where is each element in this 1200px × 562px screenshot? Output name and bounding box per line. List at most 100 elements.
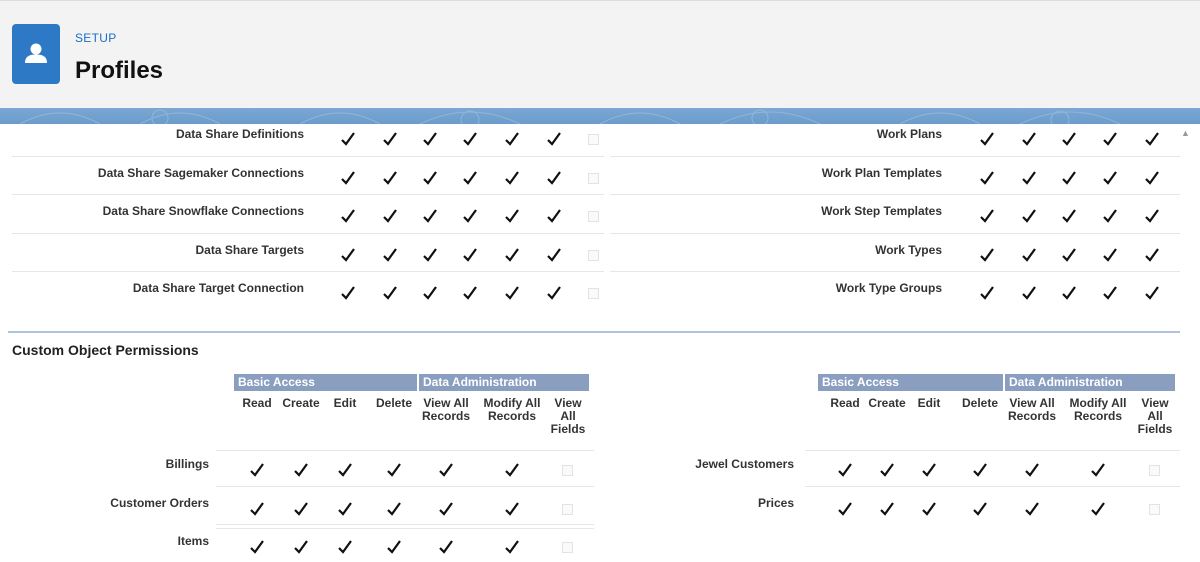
checked-checkbox-icon[interactable] xyxy=(1102,131,1118,147)
checked-checkbox-icon[interactable] xyxy=(422,247,438,263)
checked-checkbox-icon[interactable] xyxy=(462,170,478,186)
checked-checkbox-icon[interactable] xyxy=(249,539,265,555)
checked-checkbox-icon[interactable] xyxy=(249,462,265,478)
unchecked-checkbox[interactable] xyxy=(588,172,599,184)
checked-checkbox-icon[interactable] xyxy=(546,131,562,147)
unchecked-checkbox[interactable] xyxy=(1149,503,1160,515)
checked-checkbox-icon[interactable] xyxy=(979,247,995,263)
checked-checkbox-icon[interactable] xyxy=(1061,247,1077,263)
checked-checkbox-icon[interactable] xyxy=(921,462,937,478)
checked-checkbox-icon[interactable] xyxy=(1090,501,1106,517)
checked-checkbox-icon[interactable] xyxy=(1061,170,1077,186)
checked-checkbox-icon[interactable] xyxy=(546,285,562,301)
checked-checkbox-icon[interactable] xyxy=(462,131,478,147)
checked-checkbox-icon[interactable] xyxy=(546,247,562,263)
checked-checkbox-icon[interactable] xyxy=(1021,131,1037,147)
checked-checkbox-icon[interactable] xyxy=(337,501,353,517)
checked-checkbox-icon[interactable] xyxy=(879,462,895,478)
checked-checkbox-icon[interactable] xyxy=(546,208,562,224)
checked-checkbox-icon[interactable] xyxy=(438,462,454,478)
checked-checkbox-icon[interactable] xyxy=(879,501,895,517)
checked-checkbox-icon[interactable] xyxy=(546,170,562,186)
basic-access-header-right: Basic Access xyxy=(818,374,1003,391)
checked-checkbox-icon[interactable] xyxy=(1090,462,1106,478)
checked-checkbox-icon[interactable] xyxy=(1021,285,1037,301)
checked-checkbox-icon[interactable] xyxy=(422,170,438,186)
checked-checkbox-icon[interactable] xyxy=(462,247,478,263)
checked-checkbox-icon[interactable] xyxy=(340,170,356,186)
checked-checkbox-icon[interactable] xyxy=(293,462,309,478)
unchecked-checkbox[interactable] xyxy=(562,542,573,553)
unchecked-checkbox[interactable] xyxy=(588,288,599,299)
object-row-label: Work Types xyxy=(875,242,942,257)
checked-checkbox-icon[interactable] xyxy=(249,501,265,517)
unchecked-checkbox[interactable] xyxy=(588,211,599,222)
checked-checkbox-icon[interactable] xyxy=(382,208,398,224)
checked-checkbox-icon[interactable] xyxy=(979,285,995,301)
checked-checkbox-icon[interactable] xyxy=(386,501,402,517)
checked-checkbox-icon[interactable] xyxy=(504,285,520,301)
scroll-up-arrow-icon[interactable]: ▲ xyxy=(1181,128,1191,138)
checked-checkbox-icon[interactable] xyxy=(438,501,454,517)
checked-checkbox-icon[interactable] xyxy=(1061,131,1077,147)
checked-checkbox-icon[interactable] xyxy=(340,208,356,224)
checked-checkbox-icon[interactable] xyxy=(921,501,937,517)
checked-checkbox-icon[interactable] xyxy=(422,285,438,301)
unchecked-checkbox[interactable] xyxy=(588,249,599,261)
checked-checkbox-icon[interactable] xyxy=(382,170,398,186)
checked-checkbox-icon[interactable] xyxy=(972,462,988,478)
checked-checkbox-icon[interactable] xyxy=(1061,208,1077,224)
checked-checkbox-icon[interactable] xyxy=(386,462,402,478)
checked-checkbox-icon[interactable] xyxy=(837,462,853,478)
checked-checkbox-icon[interactable] xyxy=(1144,131,1160,147)
checked-checkbox-icon[interactable] xyxy=(462,208,478,224)
checked-checkbox-icon[interactable] xyxy=(979,208,995,224)
checked-checkbox-icon[interactable] xyxy=(293,501,309,517)
checked-checkbox-icon[interactable] xyxy=(972,501,988,517)
checked-checkbox-icon[interactable] xyxy=(337,539,353,555)
checked-checkbox-icon[interactable] xyxy=(382,131,398,147)
checked-checkbox-icon[interactable] xyxy=(1021,170,1037,186)
checked-checkbox-icon[interactable] xyxy=(504,247,520,263)
checked-checkbox-icon[interactable] xyxy=(386,539,402,555)
data-administration-header-right: Data Administration xyxy=(1005,374,1175,391)
checked-checkbox-icon[interactable] xyxy=(340,285,356,301)
checked-checkbox-icon[interactable] xyxy=(382,247,398,263)
checked-checkbox-icon[interactable] xyxy=(382,285,398,301)
checked-checkbox-icon[interactable] xyxy=(293,539,309,555)
checked-checkbox-icon[interactable] xyxy=(438,539,454,555)
checked-checkbox-icon[interactable] xyxy=(504,131,520,147)
checked-checkbox-icon[interactable] xyxy=(340,131,356,147)
checked-checkbox-icon[interactable] xyxy=(1102,170,1118,186)
setup-breadcrumb[interactable]: SETUP xyxy=(75,31,117,45)
checked-checkbox-icon[interactable] xyxy=(422,208,438,224)
data-administration-header-left: Data Administration xyxy=(419,374,589,391)
checked-checkbox-icon[interactable] xyxy=(979,131,995,147)
checked-checkbox-icon[interactable] xyxy=(1102,208,1118,224)
checked-checkbox-icon[interactable] xyxy=(340,247,356,263)
object-row-label: Data Share Target Connection xyxy=(132,281,304,295)
checked-checkbox-icon[interactable] xyxy=(504,539,520,555)
checked-checkbox-icon[interactable] xyxy=(1024,501,1040,517)
checked-checkbox-icon[interactable] xyxy=(1144,170,1160,186)
row-separator xyxy=(610,194,1180,195)
checked-checkbox-icon[interactable] xyxy=(1024,462,1040,478)
checked-checkbox-icon[interactable] xyxy=(504,170,520,186)
checked-checkbox-icon[interactable] xyxy=(337,462,353,478)
unchecked-checkbox[interactable] xyxy=(1149,465,1160,476)
checked-checkbox-icon[interactable] xyxy=(1144,285,1160,301)
row-separator xyxy=(805,485,1180,487)
checked-checkbox-icon[interactable] xyxy=(837,501,853,517)
checked-checkbox-icon[interactable] xyxy=(422,131,438,147)
checked-checkbox-icon[interactable] xyxy=(1102,285,1118,301)
checked-checkbox-icon[interactable] xyxy=(1021,208,1037,224)
checked-checkbox-icon[interactable] xyxy=(1102,247,1118,263)
checked-checkbox-icon[interactable] xyxy=(1144,208,1160,224)
checked-checkbox-icon[interactable] xyxy=(1144,247,1160,263)
checked-checkbox-icon[interactable] xyxy=(504,208,520,224)
checked-checkbox-icon[interactable] xyxy=(1061,285,1077,301)
checked-checkbox-icon[interactable] xyxy=(1021,247,1037,263)
checked-checkbox-icon[interactable] xyxy=(462,285,478,301)
unchecked-checkbox[interactable] xyxy=(588,134,599,145)
checked-checkbox-icon[interactable] xyxy=(979,170,995,186)
